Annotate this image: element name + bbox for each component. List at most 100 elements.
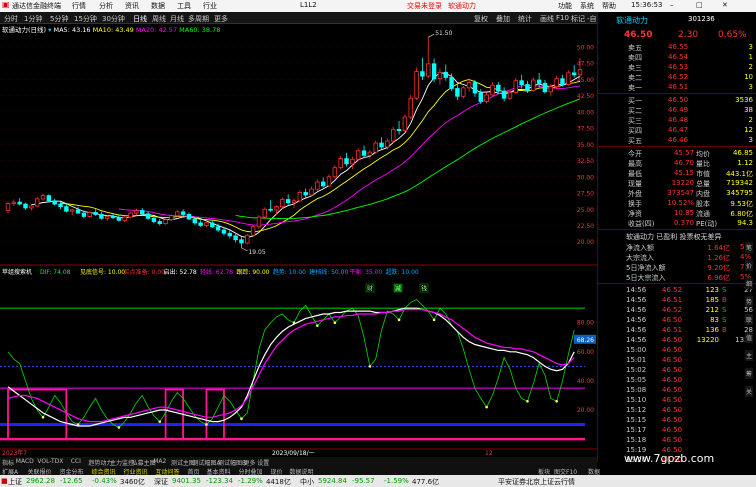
tick-time: 15:15 <box>626 416 647 424</box>
candle-body <box>122 216 127 221</box>
candle-body <box>466 82 472 89</box>
candle-body <box>116 217 122 221</box>
period-tab[interactable]: 1分钟 <box>24 14 42 24</box>
candle-body <box>507 91 513 99</box>
side-tab[interactable]: 笔 <box>745 242 754 253</box>
tick-row: 14:5646.51185B1 <box>598 295 756 305</box>
stats-divider <box>598 146 756 147</box>
signal-dot <box>41 415 45 419</box>
stock-code: 301236 <box>688 15 715 23</box>
side-tab[interactable]: 筹 <box>745 368 754 379</box>
period-tab[interactable]: 30分钟 <box>102 14 125 24</box>
tick-price: 46.50 <box>662 346 683 354</box>
side-tab[interactable]: 势 <box>745 296 754 307</box>
menu-item[interactable]: 帮助 <box>602 1 616 11</box>
tick-flag: S <box>722 306 727 314</box>
index-value: 9401.35 <box>172 477 201 485</box>
menu-item[interactable]: 系统 <box>580 1 594 11</box>
candle-body <box>69 209 75 212</box>
candle-body <box>414 71 419 99</box>
price-tick-label: 45.00 <box>577 77 594 84</box>
ask-volume: 10 <box>744 73 753 81</box>
menu-item[interactable]: 功能 <box>558 1 572 11</box>
menu-item[interactable]: 分析 <box>99 1 113 11</box>
candle-body <box>285 199 291 204</box>
tick-row: 15:08 46.50 <box>598 385 756 395</box>
menu-item[interactable]: L1L2 <box>300 1 317 9</box>
server-name: 平安证券北京上证云行情 <box>498 478 575 486</box>
signal-dot <box>240 417 243 421</box>
stat-value: 46.85 <box>732 149 753 157</box>
candle-body <box>274 206 279 211</box>
index-value: 2962.28 <box>26 477 55 485</box>
candle-body <box>501 90 507 99</box>
period-tab-active[interactable]: 日线 <box>133 14 147 24</box>
candle-body <box>472 82 478 94</box>
index-name: 中小 <box>300 478 314 486</box>
toolbar-button[interactable]: 画线 <box>540 14 554 24</box>
bid-volume: 3 <box>748 136 753 144</box>
watermark: www.7gpzb.com <box>624 452 715 465</box>
ask-row: 卖四 46.54 1 <box>598 52 756 62</box>
indicator-tab[interactable]: CCI <box>71 458 81 465</box>
index-change: -95.57 <box>352 477 375 485</box>
indicator-tab[interactable]: MACD <box>16 458 34 465</box>
chart-area[interactable]: 50.0047.5045.0042.5040.0037.5035.0032.50… <box>0 24 597 457</box>
tick-row: 15:10 46.50 <box>598 395 756 405</box>
indicator-legend-item: DIF: 74.08 <box>40 269 71 276</box>
toolbar-button[interactable]: F10 <box>556 14 569 22</box>
indicator-legend-item: 见底信号: 10.00 <box>80 268 125 276</box>
candle-body <box>163 219 168 224</box>
maximize-icon[interactable]: □ <box>696 1 703 9</box>
candle-body <box>408 97 413 118</box>
menu-item[interactable]: 行业 <box>203 1 217 11</box>
side-tab[interactable]: 主 <box>745 350 754 361</box>
trade-login-link[interactable]: 交易未登录 <box>407 1 442 11</box>
indicator-legend-item: 建档线: 50.00 <box>309 268 348 276</box>
tick-price: 46.50 <box>662 366 683 374</box>
candle-body <box>519 80 524 85</box>
side-tab[interactable]: 细 <box>745 278 754 289</box>
menu-item[interactable]: 资讯 <box>125 1 139 11</box>
signal-dot <box>76 423 80 426</box>
candle-body <box>315 181 320 190</box>
menu-item[interactable]: 数据 <box>151 1 165 11</box>
period-tab[interactable]: 更多 <box>214 14 228 24</box>
tick-flag: S <box>722 286 727 294</box>
indicator-tab[interactable]: VOL-TDX <box>37 458 63 465</box>
toolbar-button[interactable]: 复权 <box>474 14 488 24</box>
candle-body <box>344 158 349 165</box>
price-tick-label: 32.50 <box>577 158 594 165</box>
period-tab[interactable]: 多周期 <box>188 14 209 24</box>
side-tab[interactable]: 值 <box>745 332 754 343</box>
period-tab[interactable]: 5分钟 <box>50 14 68 24</box>
menu-item[interactable]: 行情 <box>72 1 86 11</box>
side-tab[interactable]: 联 <box>745 314 754 325</box>
profit-status: 软通动力 已盈利 投票权无差异 <box>626 233 722 241</box>
candle-body <box>46 195 52 202</box>
period-tab[interactable]: 分时 <box>4 14 18 24</box>
close-icon[interactable]: ✕ <box>722 1 728 9</box>
candle-body <box>531 79 536 91</box>
period-tab[interactable]: 月线 <box>170 14 184 24</box>
menu-item[interactable]: 工具 <box>177 1 191 11</box>
side-tab[interactable]: 价 <box>745 260 754 271</box>
candle-body <box>105 215 110 219</box>
app-logo-icon: ▣ <box>2 0 10 9</box>
toolbar-button[interactable]: 标记 <box>571 14 585 24</box>
indicator-tab[interactable]: MA2 <box>153 458 166 465</box>
bid-price: 46.50 <box>668 96 689 104</box>
profit-row: 软通动力 已盈利 投票权无差异 <box>598 231 756 241</box>
indicator-legend-item: 平衡: 35.00 <box>349 268 382 276</box>
period-tab[interactable]: 15分钟 <box>74 14 97 24</box>
period-tab[interactable]: 周线 <box>152 14 166 24</box>
candle-body <box>391 128 396 142</box>
stat-label: PE(动) <box>696 220 718 228</box>
indicator-legend-item: 买点准备: 0.00 <box>124 268 165 276</box>
toolbar-button[interactable]: 叠加 <box>496 14 510 24</box>
minimize-icon[interactable]: – <box>670 1 674 9</box>
toolbar-button[interactable]: 统计 <box>518 14 532 24</box>
candle-body <box>478 92 483 102</box>
side-tab[interactable]: 关 <box>745 386 754 397</box>
candle-body <box>396 128 402 132</box>
